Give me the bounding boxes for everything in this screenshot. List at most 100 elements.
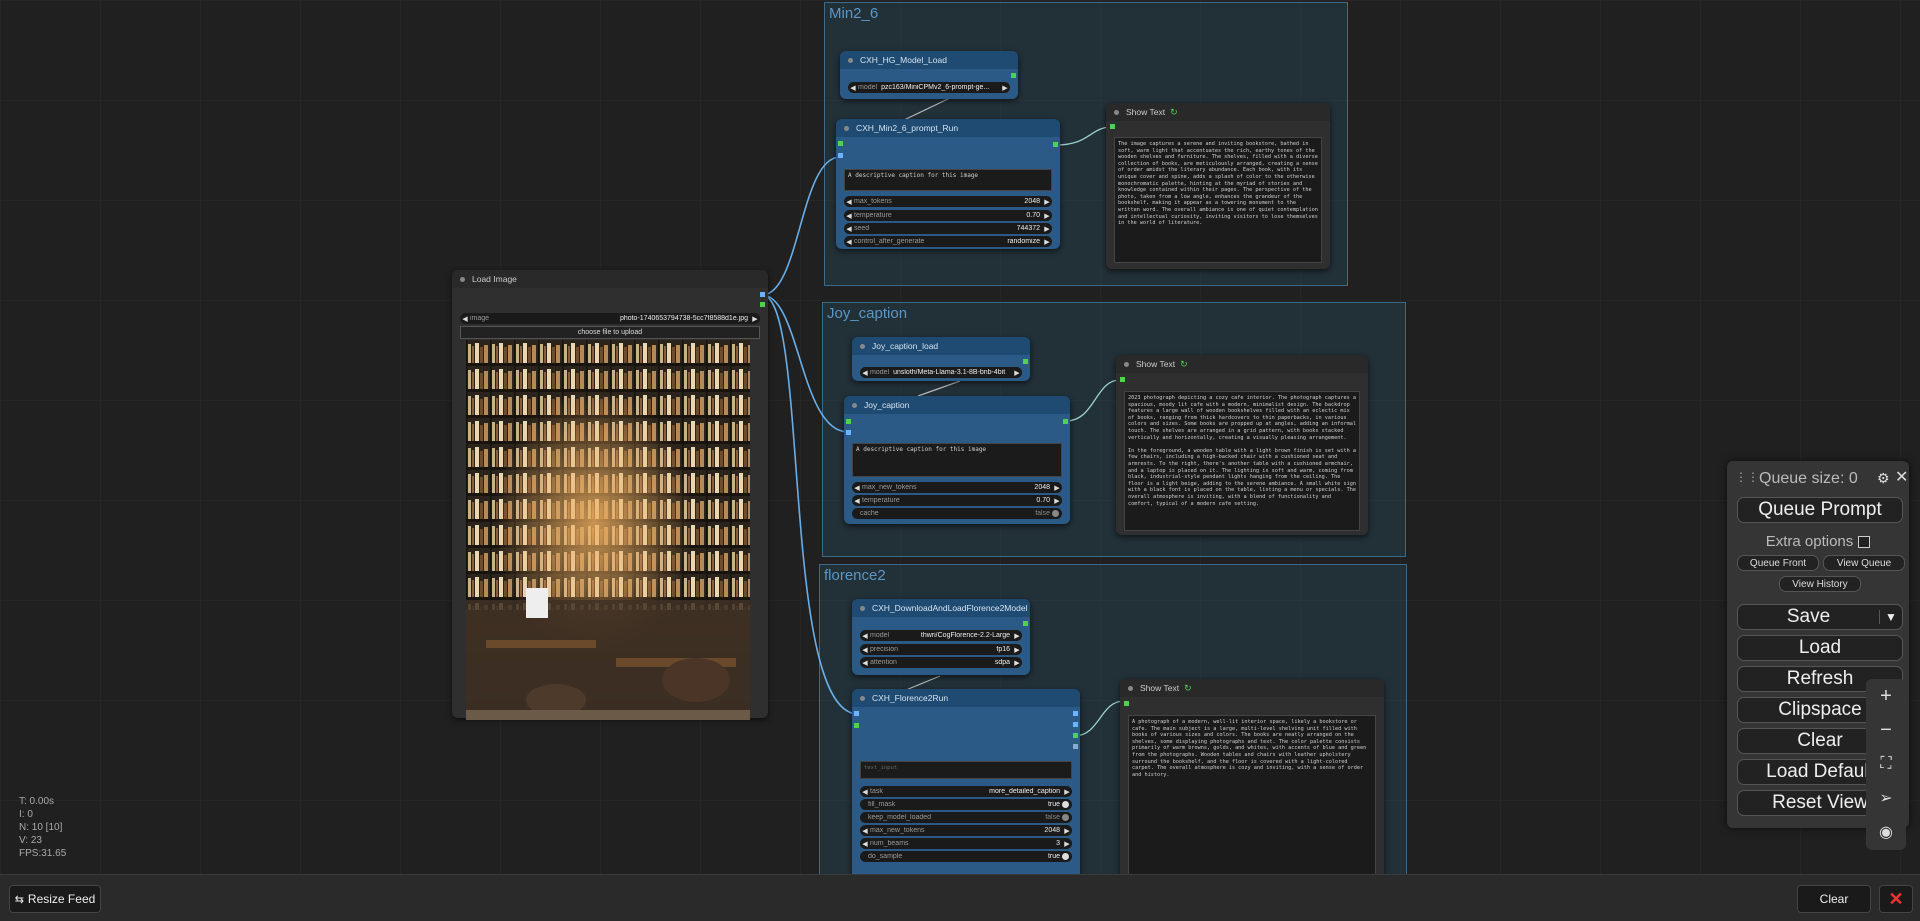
input-image-port[interactable] bbox=[854, 711, 859, 716]
toggle-knob[interactable] bbox=[1052, 510, 1059, 517]
output-mask-port[interactable] bbox=[760, 302, 765, 307]
node-header[interactable]: Show Text ↻ bbox=[1120, 679, 1384, 697]
save-dropdown-icon[interactable]: ▼ bbox=[1879, 610, 1902, 624]
output-text-box[interactable]: The image captures a serene and inviting… bbox=[1114, 137, 1322, 263]
arrow-left-icon[interactable]: ◀ bbox=[844, 212, 854, 220]
collapse-dot-icon[interactable] bbox=[860, 605, 865, 611]
arrow-left-icon[interactable]: ◀ bbox=[844, 198, 854, 206]
max-new-tokens-widget[interactable]: ◀ max_new_tokens 2048 ▶ bbox=[860, 825, 1072, 836]
keep-model-loaded-toggle[interactable]: keep_model_loaded false bbox=[860, 812, 1072, 823]
show-text-node-3[interactable]: Show Text ↻ A photograph of a modern, wel… bbox=[1120, 679, 1384, 874]
hg-model-load-node[interactable]: CXH_HG_Model_Load ◀ model pzc163/MiniCPM… bbox=[840, 51, 1018, 99]
florence2-run-node[interactable]: CXH_Florence2Run text_input ◀ task more_… bbox=[852, 689, 1080, 874]
toggle-knob[interactable] bbox=[1062, 801, 1069, 808]
view-queue-button[interactable]: View Queue bbox=[1823, 555, 1905, 571]
model-widget[interactable]: ◀ model thwri/CogFlorence-2.2-Large ▶ bbox=[860, 630, 1022, 641]
output-model-port[interactable] bbox=[1011, 73, 1016, 78]
prompt-textarea[interactable]: A descriptive caption for this image bbox=[852, 443, 1062, 477]
output-model-port[interactable] bbox=[1023, 621, 1028, 626]
max-tokens-widget[interactable]: ◀ max_tokens 2048 ▶ bbox=[844, 196, 1052, 207]
seed-widget[interactable]: ◀ seed 744372 ▶ bbox=[844, 223, 1052, 234]
num-beams-widget[interactable]: ◀ num_beams 3 ▶ bbox=[860, 838, 1072, 849]
save-button[interactable]: Save ▼ bbox=[1737, 604, 1903, 630]
output-model-port[interactable] bbox=[1023, 359, 1028, 364]
temperature-widget[interactable]: ◀ temperature 0.70 ▶ bbox=[844, 210, 1052, 221]
task-widget[interactable]: ◀ task more_detailed_caption ▶ bbox=[860, 786, 1072, 797]
arrow-right-icon[interactable]: ▶ bbox=[1052, 484, 1062, 492]
input-image-port[interactable] bbox=[838, 153, 843, 158]
input-text-port[interactable] bbox=[1110, 124, 1115, 129]
queue-prompt-button[interactable]: Queue Prompt bbox=[1737, 497, 1903, 523]
arrow-left-icon[interactable]: ◀ bbox=[860, 369, 870, 377]
collapse-dot-icon[interactable] bbox=[1114, 109, 1119, 115]
arrow-right-icon[interactable]: ▶ bbox=[1042, 238, 1052, 246]
do-sample-toggle[interactable]: do_sample true bbox=[860, 851, 1072, 862]
drag-handle-icon[interactable]: ⋮⋮ bbox=[1735, 470, 1759, 484]
text-input-field[interactable]: text_input bbox=[860, 761, 1072, 779]
arrow-right-icon[interactable]: ▶ bbox=[750, 315, 760, 323]
florence2-model-load-node[interactable]: CXH_DownloadAndLoadFlorence2Model ◀ mode… bbox=[852, 599, 1030, 675]
feed-clear-button[interactable]: Clear bbox=[1797, 885, 1871, 913]
arrow-left-icon[interactable]: ◀ bbox=[852, 497, 862, 505]
view-history-button[interactable]: View History bbox=[1779, 576, 1861, 592]
collapse-dot-icon[interactable] bbox=[1128, 685, 1133, 691]
node-header[interactable]: CXH_Florence2Run bbox=[852, 689, 1080, 707]
arrow-right-icon[interactable]: ▶ bbox=[1062, 840, 1072, 848]
collapse-dot-icon[interactable] bbox=[860, 343, 865, 349]
node-header[interactable]: CXH_Min2_6_prompt_Run bbox=[836, 119, 1060, 137]
arrow-right-icon[interactable]: ▶ bbox=[1012, 646, 1022, 654]
collapse-dot-icon[interactable] bbox=[844, 125, 849, 131]
output-text-port[interactable] bbox=[1053, 142, 1058, 147]
node-header[interactable]: CXH_HG_Model_Load bbox=[840, 51, 1018, 69]
show-text-node-1[interactable]: Show Text ↻ The image captures a serene a… bbox=[1106, 103, 1330, 269]
fill-mask-toggle[interactable]: fill_mask true bbox=[860, 799, 1072, 810]
output-text-box[interactable]: A photograph of a modern, well-lit inter… bbox=[1128, 715, 1376, 874]
joy-caption-node[interactable]: Joy_caption A descriptive caption for th… bbox=[844, 396, 1070, 524]
gear-icon[interactable]: ⚙ bbox=[1877, 470, 1890, 487]
output-text-box[interactable]: 2023 photograph depicting a cozy cafe in… bbox=[1124, 391, 1360, 531]
arrow-right-icon[interactable]: ▶ bbox=[1042, 225, 1052, 233]
collapse-dot-icon[interactable] bbox=[1124, 361, 1129, 367]
max-new-tokens-widget[interactable]: ◀ max_new_tokens 2048 ▶ bbox=[852, 482, 1062, 493]
prompt-textarea[interactable]: A descriptive caption for this image bbox=[844, 169, 1052, 191]
input-model-port[interactable] bbox=[854, 723, 859, 728]
arrow-right-icon[interactable]: ▶ bbox=[1012, 369, 1022, 377]
zoom-out-icon[interactable]: − bbox=[1866, 713, 1906, 747]
node-header[interactable]: Joy_caption bbox=[844, 396, 1070, 414]
arrow-left-icon[interactable]: ◀ bbox=[860, 632, 870, 640]
output-mask-port[interactable] bbox=[1073, 722, 1078, 727]
arrow-right-icon[interactable]: ▶ bbox=[1042, 212, 1052, 220]
collapse-dot-icon[interactable] bbox=[852, 402, 857, 408]
image-select-widget[interactable]: ◀ image photo-1740653794738-5cc7f8588d1e… bbox=[460, 313, 760, 324]
arrow-left-icon[interactable]: ◀ bbox=[848, 84, 858, 92]
queue-front-button[interactable]: Queue Front bbox=[1737, 555, 1819, 571]
arrow-right-icon[interactable]: ▶ bbox=[1062, 788, 1072, 796]
input-model-port[interactable] bbox=[846, 419, 851, 424]
min2-6-prompt-run-node[interactable]: CXH_Min2_6_prompt_Run A descriptive capt… bbox=[836, 119, 1060, 249]
eye-icon[interactable]: ◉ bbox=[1866, 815, 1906, 849]
control-after-generate-widget[interactable]: ◀ control_after_generate randomize ▶ bbox=[844, 236, 1052, 247]
workflow-canvas[interactable]: Min2_6 Joy_caption florence2 Load Image … bbox=[0, 0, 1920, 874]
arrow-right-icon[interactable]: ▶ bbox=[1012, 632, 1022, 640]
cache-toggle[interactable]: cache false bbox=[852, 508, 1062, 519]
arrow-right-icon[interactable]: ▶ bbox=[1012, 659, 1022, 667]
collapse-dot-icon[interactable] bbox=[460, 276, 465, 282]
arrow-right-icon[interactable]: ▶ bbox=[1062, 827, 1072, 835]
model-select-widget[interactable]: ◀ model pzc163/MiniCPMv2_6-prompt-ge... … bbox=[848, 82, 1010, 93]
input-image-port[interactable] bbox=[846, 430, 851, 435]
fit-view-icon[interactable]: ⛶ bbox=[1866, 747, 1906, 781]
arrow-left-icon[interactable]: ◀ bbox=[844, 238, 854, 246]
output-image-port[interactable] bbox=[1073, 711, 1078, 716]
output-text-port[interactable] bbox=[1063, 419, 1068, 424]
resize-feed-button[interactable]: ⇆ Resize Feed bbox=[9, 885, 101, 913]
node-header[interactable]: Load Image bbox=[452, 270, 768, 288]
arrow-left-icon[interactable]: ◀ bbox=[860, 827, 870, 835]
joy-caption-load-node[interactable]: Joy_caption_load ◀ model unsloth/Meta-Ll… bbox=[852, 337, 1030, 381]
arrow-left-icon[interactable]: ◀ bbox=[852, 484, 862, 492]
extra-options-checkbox[interactable] bbox=[1858, 535, 1871, 548]
close-icon[interactable]: ✕ bbox=[1895, 467, 1908, 487]
node-header[interactable]: Show Text ↻ bbox=[1106, 103, 1330, 121]
load-button[interactable]: Load bbox=[1737, 635, 1903, 661]
arrow-right-icon[interactable]: ▶ bbox=[1042, 198, 1052, 206]
arrow-left-icon[interactable]: ◀ bbox=[860, 788, 870, 796]
